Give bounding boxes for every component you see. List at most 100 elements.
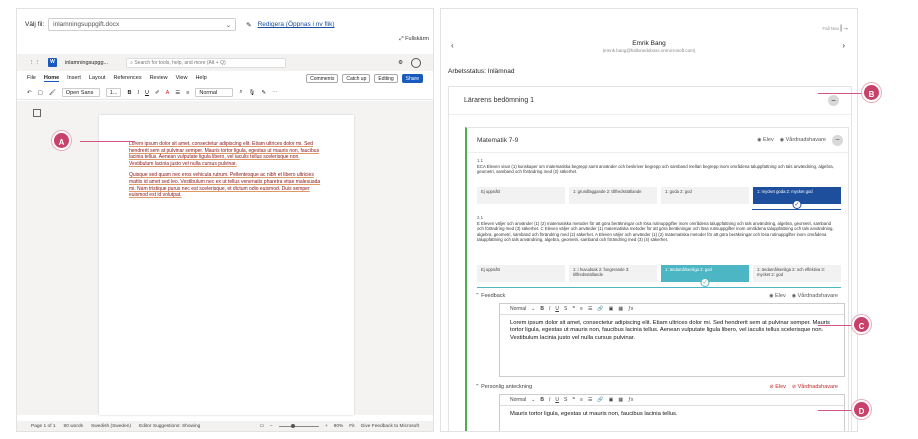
link-icon[interactable]: 🔗 xyxy=(597,397,603,403)
find-icon[interactable]: ⌕ xyxy=(239,89,242,96)
italic-icon[interactable]: I xyxy=(137,90,139,96)
menu-review[interactable]: Review xyxy=(150,75,168,81)
assessment-header[interactable]: Lärarens bedömning 1 − xyxy=(449,87,851,115)
editing-button[interactable]: Editing xyxy=(374,73,398,83)
undo-icon[interactable]: ↶ xyxy=(27,90,32,96)
font-size-select[interactable]: 1... xyxy=(105,88,122,97)
doc-paragraph: Quisque sed quam nec eros vehicula rutru… xyxy=(129,172,321,199)
navigation-pane-icon[interactable] xyxy=(33,109,41,117)
elev-toggle[interactable]: ⊘ Elev xyxy=(769,384,785,390)
link-icon[interactable]: 🔗 xyxy=(597,306,603,312)
avatar[interactable] xyxy=(411,57,421,68)
list-icon[interactable]: ☰ xyxy=(588,397,592,403)
settings-icon[interactable]: ⚙ xyxy=(398,60,403,66)
align-icon[interactable]: ≡ xyxy=(580,397,583,403)
editor-status[interactable]: Editor Suggestions: Showing xyxy=(139,424,200,429)
personal-note-header[interactable]: ⌃ Personlig anteckning ⊘ Elev ⊘ Vårdnads… xyxy=(475,384,843,390)
menu-home[interactable]: Home xyxy=(43,75,60,82)
personal-note-text[interactable]: Mauris tortor ligula, egestas ut mauris … xyxy=(500,406,844,423)
strikethrough-icon[interactable]: S xyxy=(564,306,567,312)
document-page[interactable]: Lorem ipsum dolor sit amet, consectetur … xyxy=(99,115,354,415)
table-icon[interactable]: ▦ xyxy=(618,306,623,312)
feedback-visibility: ◉ Elev ◉ Vårdnadshavare xyxy=(769,293,838,299)
fullscreen-button[interactable]: ⤢ Fullskärm xyxy=(399,36,429,43)
comments-button[interactable]: Comments xyxy=(306,73,339,83)
vardnad-toggle[interactable]: ⊘ Vårdnadshavare xyxy=(792,384,838,390)
level-option[interactable]: 1: goda 2: god xyxy=(661,187,749,204)
fit-button[interactable]: Fit xyxy=(349,424,354,429)
bold-icon[interactable]: B xyxy=(540,306,544,312)
level-option-selected[interactable]: 1: ändamålsenliga 2: god ✓ xyxy=(661,265,749,287)
bullets-icon[interactable]: ☰ xyxy=(175,90,180,96)
catch-up-button[interactable]: Catch up xyxy=(342,73,371,83)
search-input[interactable]: ⌕ Search for tools, help, and more (Alt … xyxy=(126,57,287,68)
vardnad-toggle[interactable]: ◉ Vårdnadshavare xyxy=(792,293,838,299)
editor-style-select[interactable]: Normal xyxy=(510,397,526,403)
level-option[interactable]: Ej uppnått xyxy=(477,265,565,282)
underline-icon[interactable]: U xyxy=(555,397,559,403)
language[interactable]: Swedish (Sweden) xyxy=(91,424,131,429)
underline-icon[interactable]: U xyxy=(555,306,559,312)
font-color-icon[interactable]: A xyxy=(166,90,170,96)
level-option[interactable]: Ej uppnått xyxy=(477,187,565,204)
nav-toggle[interactable]: Fall Nav |→ xyxy=(822,25,849,32)
style-select[interactable]: Normal xyxy=(195,88,234,97)
file-select[interactable]: inlamningsuppgift.docx ⌄ xyxy=(48,18,237,31)
clipboard-icon[interactable]: ▢ xyxy=(38,90,43,96)
table-icon[interactable]: ▦ xyxy=(618,397,623,403)
share-button[interactable]: Share xyxy=(401,73,423,83)
level-option[interactable]: 1: ändamålsenliga 2: och effektiva 3: my… xyxy=(753,265,841,282)
menu-layout[interactable]: Layout xyxy=(89,75,106,81)
feedback-header[interactable]: ⌃ Feedback ◉ Elev ◉ Vårdnadshavare xyxy=(475,293,843,299)
level-option[interactable]: 1: grundläggande 2: tillfredsställande xyxy=(569,187,657,204)
level-row-1: Ej uppnått 1: grundläggande 2: tillfreds… xyxy=(477,187,841,209)
app-launcher-icon[interactable]: ⋮⋮ xyxy=(29,60,40,66)
subject-card: Matematik 7-9 ◉ Elev ◉ Vårdnadshavare − … xyxy=(465,127,849,431)
feedback-link[interactable]: Give Feedback to Microsoft xyxy=(361,424,419,429)
editor-style-select[interactable]: Normal xyxy=(510,306,526,312)
italic-icon[interactable]: I xyxy=(549,397,550,403)
list-icon[interactable]: ☰ xyxy=(588,306,592,312)
quote-icon[interactable]: ❞ xyxy=(572,397,575,403)
align-icon[interactable]: ≡ xyxy=(580,306,583,312)
menu-file[interactable]: File xyxy=(27,75,36,81)
strikethrough-icon[interactable]: S xyxy=(564,397,567,403)
edit-link[interactable]: Redigera (Öppnas i nv flik) xyxy=(258,21,335,28)
page-view-icon[interactable]: ▭ xyxy=(259,424,264,429)
underline-icon[interactable]: U xyxy=(145,90,149,96)
collapse-subject-button[interactable]: − xyxy=(832,134,843,146)
highlight-icon[interactable]: ✐ xyxy=(155,90,160,96)
level-option[interactable]: 1: i huvudsak 2: fungerande 3: tillfreds… xyxy=(569,265,657,282)
quote-icon[interactable]: ❞ xyxy=(572,306,575,312)
align-icon[interactable]: ≡ xyxy=(186,90,189,96)
designer-icon[interactable]: ✎ xyxy=(261,90,266,96)
font-select[interactable]: Open Sans xyxy=(61,88,100,97)
feedback-text[interactable]: Lorem ipsum dolor sit amet, consectetur … xyxy=(500,315,844,347)
zoom-out-icon[interactable]: − xyxy=(270,424,273,429)
dictate-icon[interactable]: 🎙 xyxy=(248,90,255,96)
zoom-slider[interactable] xyxy=(278,423,319,428)
search-placeholder: Search for tools, help, and more (Alt + … xyxy=(134,59,226,66)
chevron-up-icon: ⌃ xyxy=(475,384,480,390)
formula-icon[interactable]: ƒx xyxy=(628,306,633,312)
bold-icon[interactable]: B xyxy=(540,397,544,403)
bold-icon[interactable]: B xyxy=(127,90,131,96)
elev-toggle[interactable]: ◉ Elev xyxy=(769,293,786,299)
collapse-assessment-button[interactable]: − xyxy=(828,95,839,106)
elev-toggle[interactable]: ◉ Elev xyxy=(757,137,774,143)
formula-icon[interactable]: ƒx xyxy=(628,397,633,403)
image-icon[interactable]: ▣ xyxy=(609,306,614,312)
vardnad-toggle[interactable]: ◉ Vårdnadshavare xyxy=(780,137,826,143)
zoom-in-icon[interactable]: + xyxy=(325,424,328,429)
format-painter-icon[interactable]: 🖌 xyxy=(49,90,56,96)
more-icon[interactable]: ⋯ xyxy=(272,90,278,96)
menu-insert[interactable]: Insert xyxy=(67,75,81,81)
image-icon[interactable]: ▣ xyxy=(609,397,614,403)
menu-view[interactable]: View xyxy=(176,75,188,81)
menu-help[interactable]: Help xyxy=(195,75,206,81)
selected-underline xyxy=(752,209,841,210)
italic-icon[interactable]: I xyxy=(549,306,550,312)
doc-name[interactable]: inlamningsupgg... xyxy=(65,60,108,66)
menu-references[interactable]: References xyxy=(113,75,141,81)
level-option-selected[interactable]: 1: mycket goda 2: mycket god ✓ xyxy=(753,187,841,209)
